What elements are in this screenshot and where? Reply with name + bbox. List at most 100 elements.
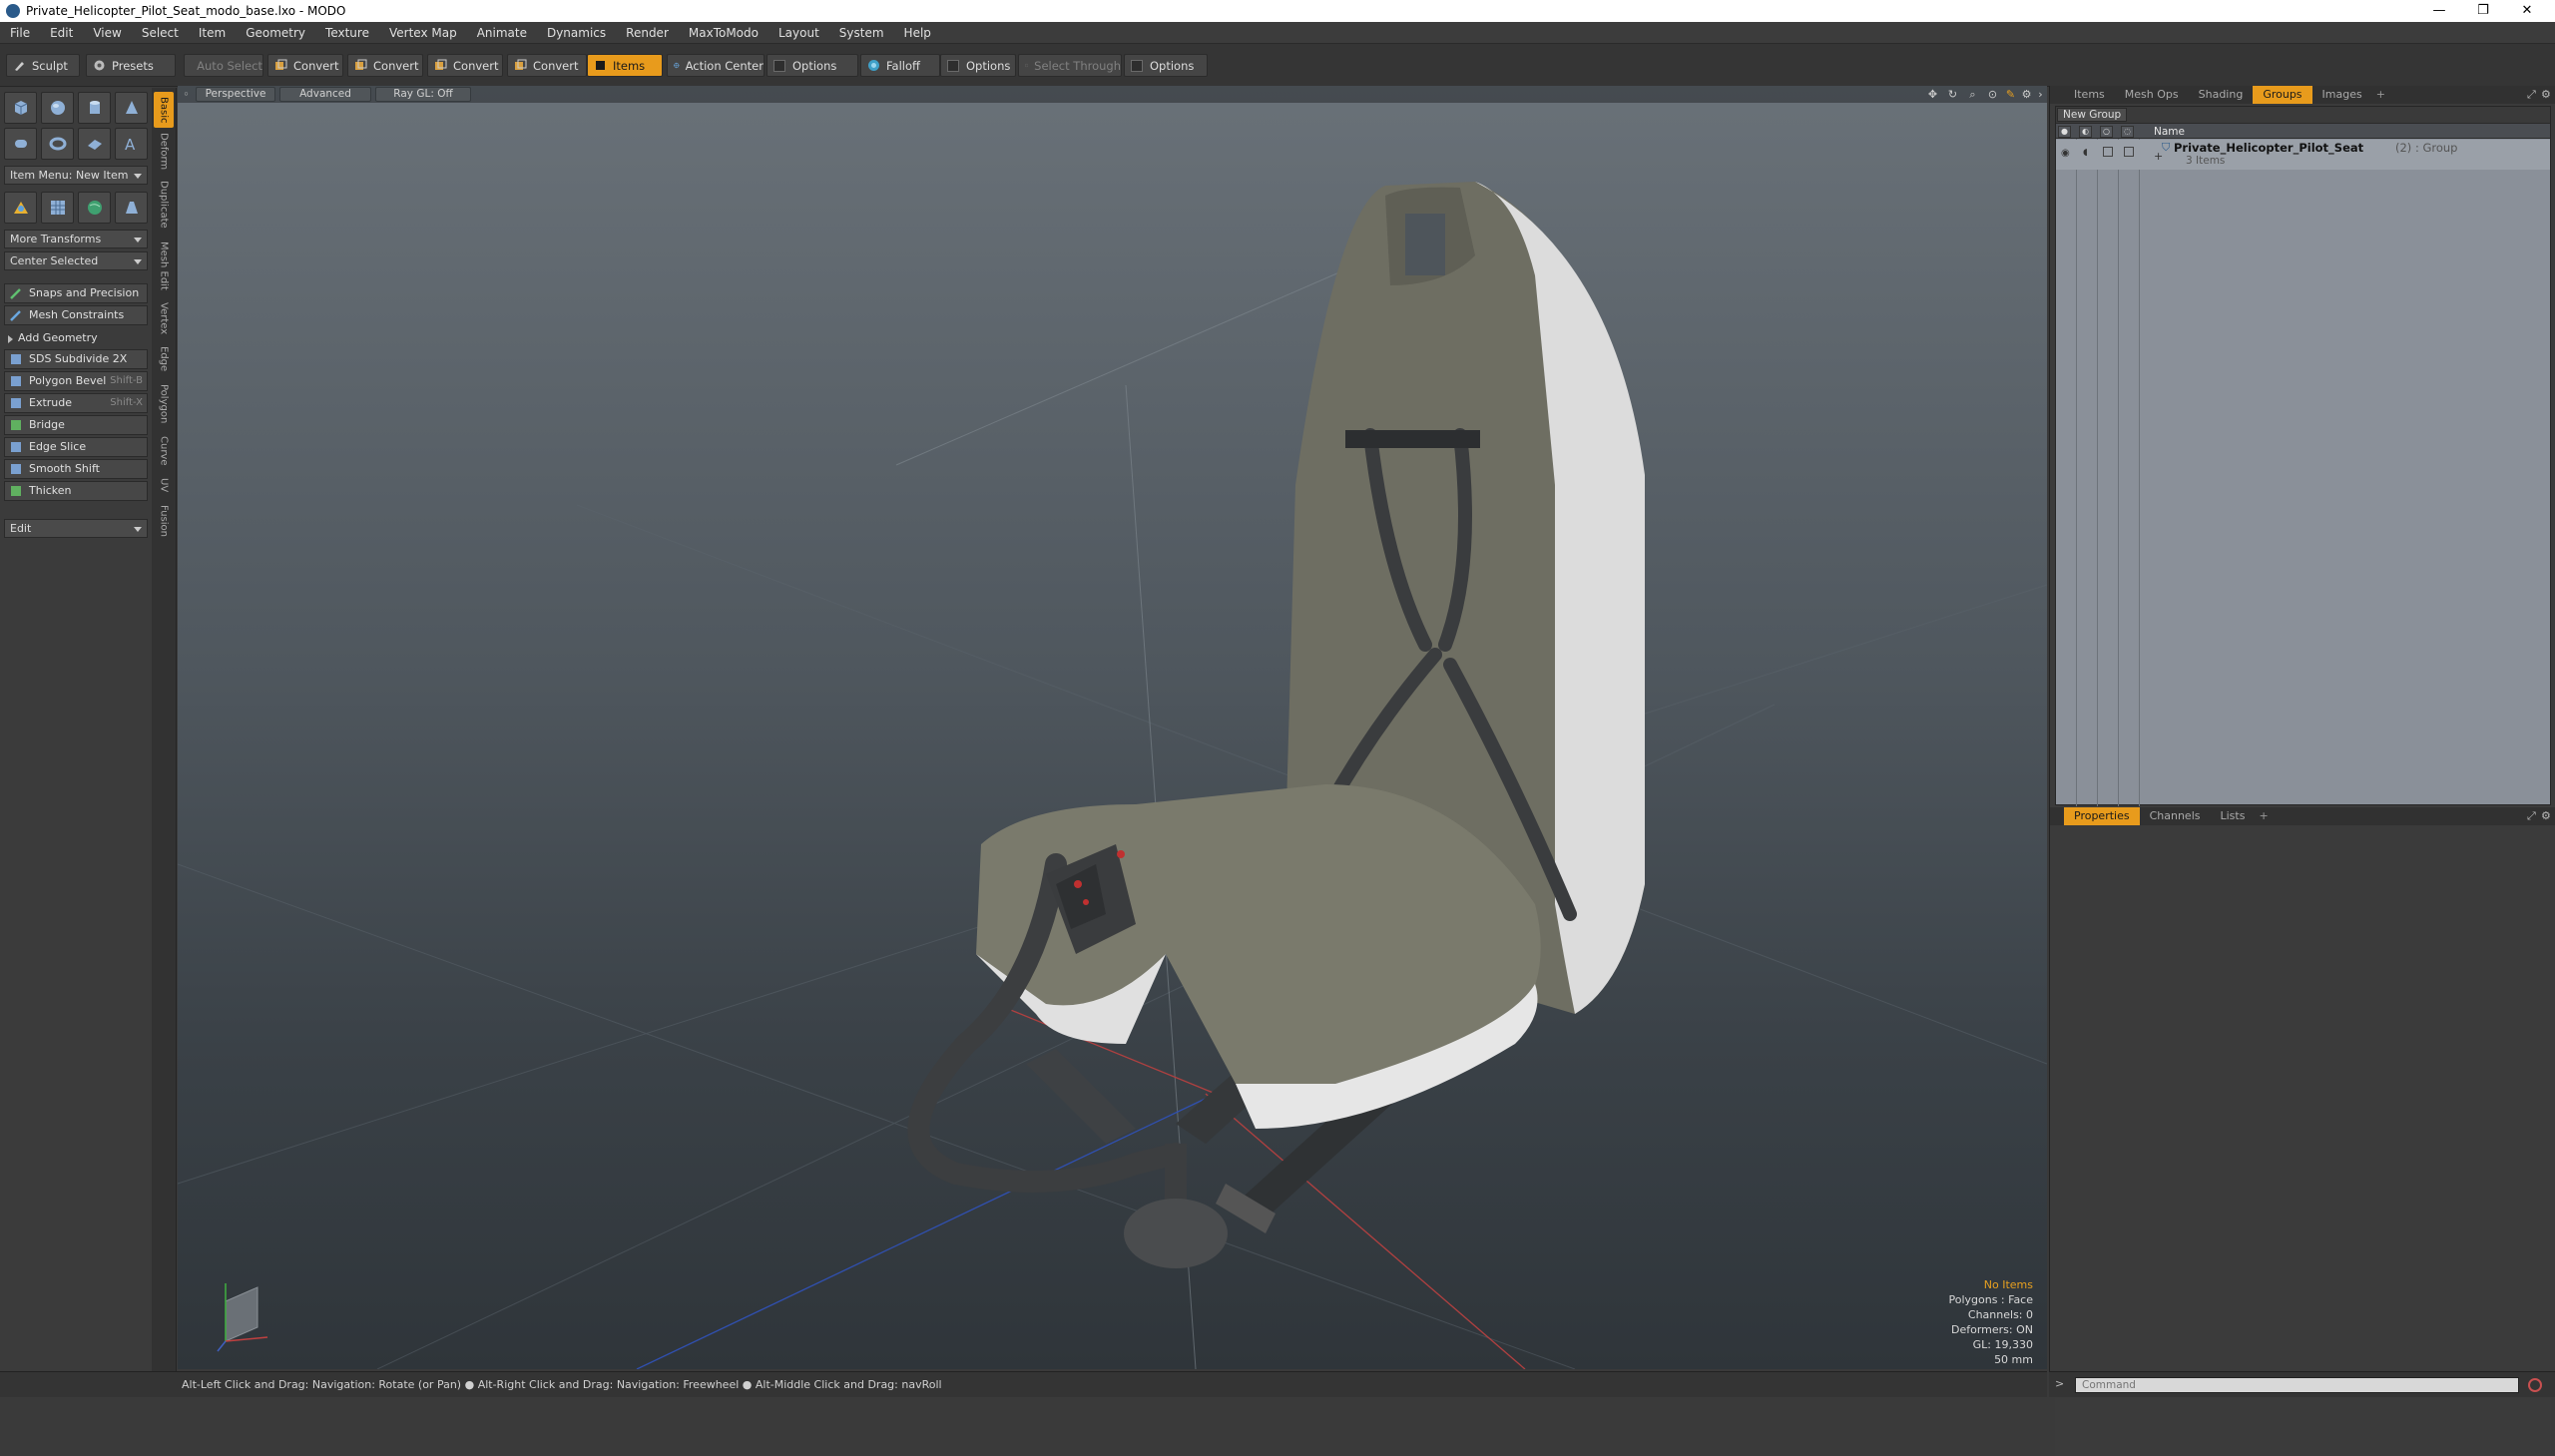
- falloff-options-button[interactable]: Options: [940, 54, 1016, 77]
- convert-edges-button[interactable]: Convert: [347, 54, 423, 77]
- environment-button[interactable]: [78, 192, 111, 224]
- options-checkbox[interactable]: [947, 60, 959, 72]
- tab-edge[interactable]: Edge: [154, 341, 174, 377]
- group-row[interactable]: ◉ ◖ + ⛉ Private_Helicopter_Pilot_Seat (2…: [2056, 140, 2550, 170]
- thicken-button[interactable]: Thicken: [4, 481, 148, 501]
- panel-menu-icon[interactable]: [2050, 807, 2064, 825]
- torus-primitive-button[interactable]: [41, 128, 74, 160]
- items-mode-button[interactable]: Items: [587, 54, 663, 77]
- snaps-precision-button[interactable]: Snaps and Precision: [4, 283, 148, 303]
- text-primitive-button[interactable]: A: [115, 128, 148, 160]
- tab-basic[interactable]: Basic: [154, 92, 174, 128]
- tab-vertex[interactable]: Vertex: [154, 297, 174, 339]
- convert-vertices-button[interactable]: Convert: [267, 54, 343, 77]
- options-checkbox[interactable]: [773, 60, 785, 72]
- gear-icon[interactable]: ⚙: [2541, 88, 2551, 101]
- center-selected-dropdown[interactable]: Center Selected: [4, 251, 148, 270]
- menu-item[interactable]: Item: [189, 26, 236, 40]
- lock-column-icon[interactable]: ○: [2100, 126, 2113, 138]
- tab-lists[interactable]: Lists: [2211, 807, 2256, 825]
- presets-button[interactable]: Presets: [86, 54, 176, 77]
- tab-fusion[interactable]: Fusion: [154, 499, 174, 543]
- tab-groups[interactable]: Groups: [2253, 86, 2311, 104]
- extrude-button[interactable]: Extrude Shift-X: [4, 393, 148, 413]
- record-macro-icon[interactable]: [2528, 1378, 2542, 1392]
- tab-items[interactable]: Items: [2064, 86, 2115, 104]
- menu-dynamics[interactable]: Dynamics: [537, 26, 616, 40]
- convert-items-button[interactable]: Convert: [507, 54, 587, 77]
- edit-dropdown[interactable]: Edit: [4, 519, 148, 538]
- plane-primitive-button[interactable]: [78, 128, 111, 160]
- mesh-constraints-button[interactable]: Mesh Constraints: [4, 305, 148, 325]
- menu-layout[interactable]: Layout: [768, 26, 829, 40]
- new-group-button[interactable]: New Group: [2057, 108, 2127, 122]
- select-through-button[interactable]: Select Through: [1018, 54, 1122, 77]
- menu-vertex-map[interactable]: Vertex Map: [379, 26, 467, 40]
- locator-button[interactable]: [4, 192, 37, 224]
- more-transforms-dropdown[interactable]: More Transforms: [4, 230, 148, 248]
- gear-icon[interactable]: ⚙: [2020, 88, 2033, 101]
- menu-texture[interactable]: Texture: [315, 26, 379, 40]
- render-toggle-icon[interactable]: ◖: [2083, 148, 2088, 158]
- cube-primitive-button[interactable]: [4, 92, 37, 124]
- close-button[interactable]: ✕: [2505, 0, 2549, 22]
- mesh-button[interactable]: [41, 192, 74, 224]
- command-history-icon[interactable]: >: [2055, 1377, 2064, 1390]
- perspective-button[interactable]: Perspective: [196, 87, 275, 102]
- sphere-primitive-button[interactable]: [41, 92, 74, 124]
- menu-geometry[interactable]: Geometry: [236, 26, 315, 40]
- action-center-button[interactable]: Action Center: [667, 54, 765, 77]
- minimize-button[interactable]: —: [2417, 0, 2461, 22]
- select-toggle-icon[interactable]: [2124, 147, 2134, 157]
- tab-mesh-edit[interactable]: Mesh Edit: [154, 236, 174, 295]
- select-column-icon[interactable]: ◌: [2121, 126, 2134, 138]
- action-center-options-button[interactable]: Options: [766, 54, 858, 77]
- polygon-bevel-button[interactable]: Polygon Bevel Shift-B: [4, 371, 148, 391]
- name-column-header[interactable]: Name: [2154, 124, 2185, 140]
- edge-slice-button[interactable]: Edge Slice: [4, 437, 148, 457]
- move-view-icon[interactable]: ✥: [1926, 88, 1939, 101]
- tab-curve[interactable]: Curve: [154, 431, 174, 471]
- expand-icon[interactable]: ⤢: [2527, 88, 2536, 102]
- eye-icon[interactable]: ◉: [2061, 148, 2070, 159]
- tab-images[interactable]: Images: [2312, 86, 2372, 104]
- capsule-primitive-button[interactable]: [4, 128, 37, 160]
- select-through-options-button[interactable]: Options: [1124, 54, 1208, 77]
- menu-render[interactable]: Render: [616, 26, 679, 40]
- sculpt-button[interactable]: Sculpt: [6, 54, 80, 77]
- convert-polygons-button[interactable]: Convert: [427, 54, 503, 77]
- menu-view[interactable]: View: [83, 26, 131, 40]
- smooth-shift-button[interactable]: Smooth Shift: [4, 459, 148, 479]
- visibility-column-icon[interactable]: ●: [2058, 126, 2071, 138]
- bridge-button[interactable]: Bridge: [4, 415, 148, 435]
- expand-icon[interactable]: ⤢: [2527, 809, 2536, 823]
- advanced-shading-button[interactable]: Advanced: [279, 87, 371, 102]
- menu-edit[interactable]: Edit: [40, 26, 83, 40]
- item-menu-dropdown[interactable]: Item Menu: New Item: [4, 166, 148, 185]
- tab-uv[interactable]: UV: [154, 473, 174, 497]
- restore-button[interactable]: ❐: [2461, 0, 2505, 22]
- viewport-menu-icon[interactable]: ◦: [180, 88, 193, 101]
- sds-subdivide-button[interactable]: SDS Subdivide 2X: [4, 349, 148, 369]
- panel-menu-icon[interactable]: [2050, 86, 2064, 104]
- tab-deform[interactable]: Deform: [154, 130, 174, 174]
- tab-properties[interactable]: Properties: [2064, 807, 2140, 825]
- menu-maxtomodo[interactable]: MaxToModo: [679, 26, 768, 40]
- render-column-icon[interactable]: ◐: [2079, 126, 2092, 138]
- raygl-button[interactable]: Ray GL: Off: [375, 87, 471, 102]
- cylinder-primitive-button[interactable]: [78, 92, 111, 124]
- tab-channels[interactable]: Channels: [2140, 807, 2211, 825]
- camera-button[interactable]: [115, 192, 148, 224]
- fit-view-icon[interactable]: ⊙: [1986, 88, 1999, 101]
- tab-polygon[interactable]: Polygon: [154, 379, 174, 429]
- add-geometry-section[interactable]: Add Geometry: [4, 329, 148, 347]
- rotate-view-icon[interactable]: ↻: [1946, 88, 1959, 101]
- cone-primitive-button[interactable]: [115, 92, 148, 124]
- add-tab-button[interactable]: +: [2372, 86, 2389, 104]
- chevron-right-icon[interactable]: ›: [2034, 88, 2047, 101]
- 3d-viewport[interactable]: ◦ Perspective Advanced Ray GL: Off ✥ ↻ ⌕…: [178, 86, 2047, 1369]
- tab-mesh-ops[interactable]: Mesh Ops: [2115, 86, 2189, 104]
- options-checkbox[interactable]: [1131, 60, 1143, 72]
- menu-help[interactable]: Help: [894, 26, 941, 40]
- tab-shading[interactable]: Shading: [2189, 86, 2254, 104]
